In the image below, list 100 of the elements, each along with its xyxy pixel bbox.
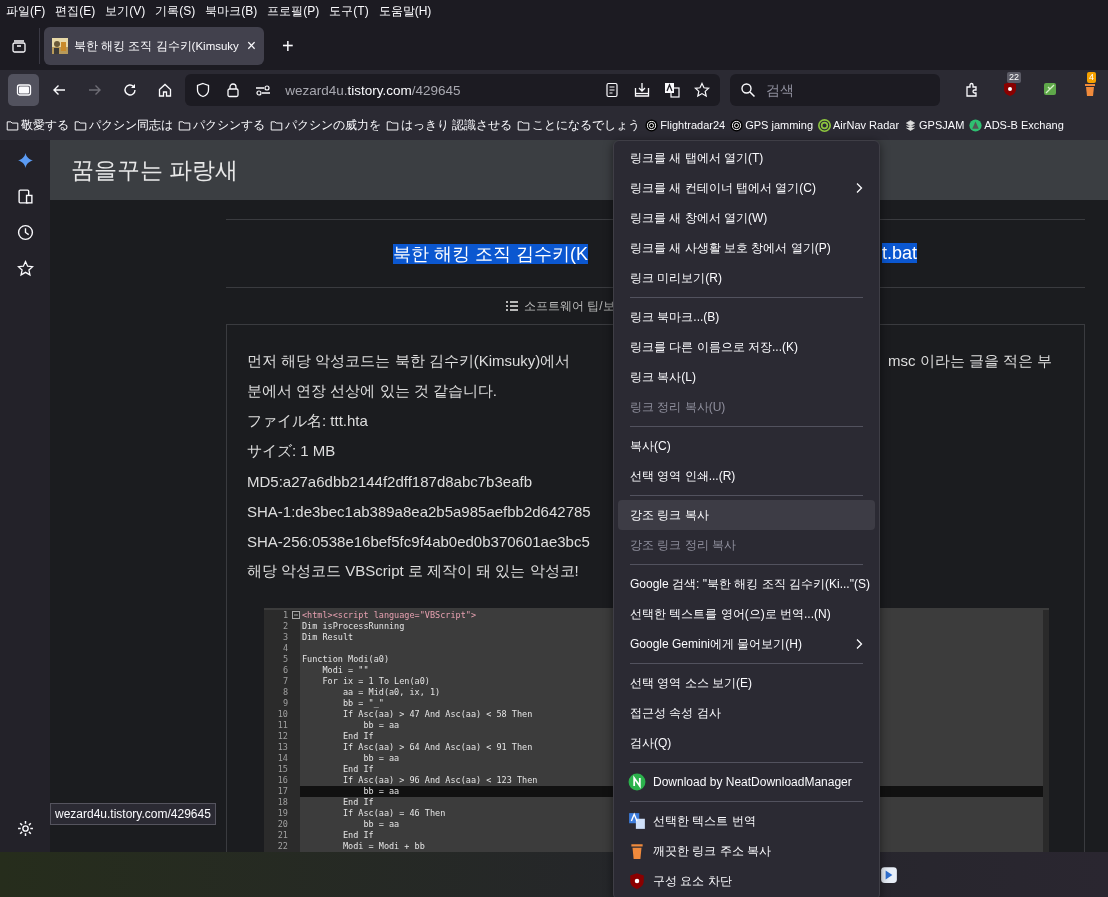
menu-item[interactable]: 링크 복사(L) xyxy=(618,362,875,392)
menu-item[interactable]: 북마크(B) xyxy=(200,2,263,20)
star-icon[interactable] xyxy=(694,82,710,98)
menu-item[interactable]: 링크 북마크...(B) xyxy=(618,302,875,332)
menu-item[interactable]: 보기(V) xyxy=(100,2,151,20)
trash-icon xyxy=(628,842,646,860)
address-bar[interactable]: wezard4u.tistory.com/429645 xyxy=(185,74,720,106)
code-line: Dim isProcessRunning xyxy=(302,621,405,631)
reader-view-icon[interactable] xyxy=(604,82,620,98)
menu-item[interactable]: 프로필(P) xyxy=(262,2,325,20)
bookmark-item[interactable]: GPS jamming xyxy=(745,119,814,131)
translate-icon xyxy=(628,812,646,830)
sparkle-icon[interactable] xyxy=(16,152,34,169)
bookmark-item[interactable]: パクシンの威力を xyxy=(285,116,381,134)
tab-list-icon[interactable] xyxy=(11,38,27,54)
line-number: 11 xyxy=(277,720,288,730)
menu-item[interactable]: 도움말(H) xyxy=(373,2,437,20)
menu-item[interactable]: 구성 요소 차단 xyxy=(653,872,732,890)
download-icon[interactable] xyxy=(634,82,650,98)
folder-icon xyxy=(178,118,191,132)
bookmark-item[interactable]: AirNav Radar xyxy=(833,119,900,131)
tab-title: 북한 해킹 조직 김수키(Kimsuky xyxy=(74,38,240,54)
code-line: End If xyxy=(341,830,374,840)
menu-item[interactable]: 링크를 새 탭에서 열기(T) xyxy=(618,143,875,173)
folder-icon xyxy=(386,118,399,132)
menu-item[interactable]: 검사(Q) xyxy=(618,728,875,758)
bookmark-item[interactable]: パクシン同志は xyxy=(89,116,173,134)
permissions-icon[interactable] xyxy=(255,82,272,98)
bookmark-item[interactable]: GPSJAM xyxy=(919,119,965,131)
sidebar-toggle-button[interactable] xyxy=(8,74,40,106)
sidebar-icon xyxy=(15,82,32,98)
menu-item[interactable]: 복사(C) xyxy=(618,431,875,461)
star-icon[interactable] xyxy=(16,260,34,277)
radar-icon xyxy=(730,118,744,132)
lock-icon[interactable] xyxy=(225,82,242,98)
code-line: bb = aa xyxy=(362,753,400,763)
triangle-icon xyxy=(969,118,983,132)
shield-icon[interactable] xyxy=(195,82,212,98)
menu-item[interactable]: 링크를 새 창에서 열기(W) xyxy=(618,203,875,233)
blog-name[interactable]: 꿈을꾸는 파랑새 xyxy=(71,154,239,186)
menu-item[interactable]: 링크를 새 컨테이너 탭에서 열기(C) xyxy=(618,173,875,203)
bookmark-item[interactable]: Flightradar24 xyxy=(660,119,726,131)
bookmark-item[interactable]: ADS-B Exchang xyxy=(984,119,1064,131)
line-number: 8 xyxy=(282,687,288,697)
browser-tab[interactable]: 북한 해킹 조직 김수키(Kimsuky × xyxy=(44,27,264,65)
menu-item[interactable]: 깨끗한 링크 주소 복사 xyxy=(653,842,771,860)
bookmark-item[interactable]: 敬愛する xyxy=(21,116,69,134)
search-field[interactable]: 검색 xyxy=(730,74,940,106)
home-icon[interactable] xyxy=(157,82,174,98)
bookmark-item[interactable]: パクシンする xyxy=(193,116,265,134)
letter-n-icon xyxy=(628,773,646,791)
code-line: Modi = Modi + bb xyxy=(341,841,425,851)
line-number: 10 xyxy=(277,709,288,719)
folder-icon xyxy=(270,118,283,132)
category-link[interactable]: 소프트웨어 팁/보 xyxy=(524,297,615,315)
code-line: bb = "_" xyxy=(341,698,384,708)
puzzle-icon[interactable] xyxy=(964,82,980,98)
line-number: 18 xyxy=(277,797,288,807)
code-line: bb = aa xyxy=(362,786,400,796)
settings-icon[interactable] xyxy=(16,820,34,837)
count-badge: 22 xyxy=(1007,72,1021,83)
code-line: If Asc(aa) = 46 Then xyxy=(341,808,446,818)
bookmark-item[interactable]: はっきり 認識させる xyxy=(401,116,513,134)
menu-item[interactable]: 선택 영역 인쇄...(R) xyxy=(618,461,875,491)
reload-icon[interactable] xyxy=(122,82,139,98)
code-line: aa = Mid(a0, ix, 1) xyxy=(341,687,441,697)
code-line: Dim Result xyxy=(302,632,354,642)
app-icon[interactable] xyxy=(880,865,898,884)
menu-item[interactable]: Google Gemini에게 물어보기(H) xyxy=(618,629,875,659)
menu-item[interactable]: 선택 영역 소스 보기(E) xyxy=(618,668,875,698)
menu-item[interactable]: 도구(T) xyxy=(324,2,374,20)
clock-icon[interactable] xyxy=(16,224,34,241)
shield-icon[interactable] xyxy=(1002,81,1018,97)
menu-item[interactable]: 링크를 새 사생활 보호 창에서 열기(P) xyxy=(618,233,875,263)
line-number: 5 xyxy=(282,654,288,664)
menu-item[interactable]: 편집(E) xyxy=(50,2,101,20)
translate-icon[interactable] xyxy=(664,82,680,98)
menu-item[interactable]: 강조 링크 복사 xyxy=(618,500,875,530)
menu-item[interactable]: 접근성 속성 검사 xyxy=(618,698,875,728)
code-line: If Asc(aa) > 96 And Asc(aa) < 123 Then xyxy=(341,775,538,785)
menu-item[interactable]: 선택한 텍스트 번역 xyxy=(653,812,756,830)
trash-icon[interactable] xyxy=(1082,81,1098,97)
device-icon[interactable] xyxy=(16,188,34,205)
menu-item[interactable]: 선택한 텍스트를 영어(으)로 번역...(N) xyxy=(618,599,875,629)
rings-icon xyxy=(818,118,832,132)
menu-item[interactable]: 링크 미리보기(R) xyxy=(618,263,875,293)
menu-item[interactable]: 링크를 다른 이름으로 저장...(K) xyxy=(618,332,875,362)
menu-item[interactable]: 기록(S) xyxy=(150,2,201,20)
new-tab-button[interactable]: + xyxy=(278,34,298,58)
fold-icon xyxy=(292,611,300,619)
menu-item[interactable]: 파일(F) xyxy=(1,2,51,20)
code-line: Function Modi(a0) xyxy=(302,654,389,664)
bookmark-item[interactable]: ことになるでしょう xyxy=(532,116,641,134)
close-tab-button[interactable]: × xyxy=(246,37,256,55)
menu-item[interactable]: Google 검색: "북한 해킹 조직 김수키(Ki..."(S) xyxy=(618,569,875,599)
line-number: 17 xyxy=(277,786,288,796)
stack-icon xyxy=(904,118,918,132)
paragraph-text: 먼저 해당 악성코드는 북한 김수키(Kimsuky)에서 xyxy=(247,351,571,371)
paragraph-text: 해당 악성코드 VBScript 로 제작이 돼 있는 악성코! xyxy=(247,561,579,581)
menu-item[interactable]: Download by NeatDownloadManager xyxy=(653,775,852,789)
